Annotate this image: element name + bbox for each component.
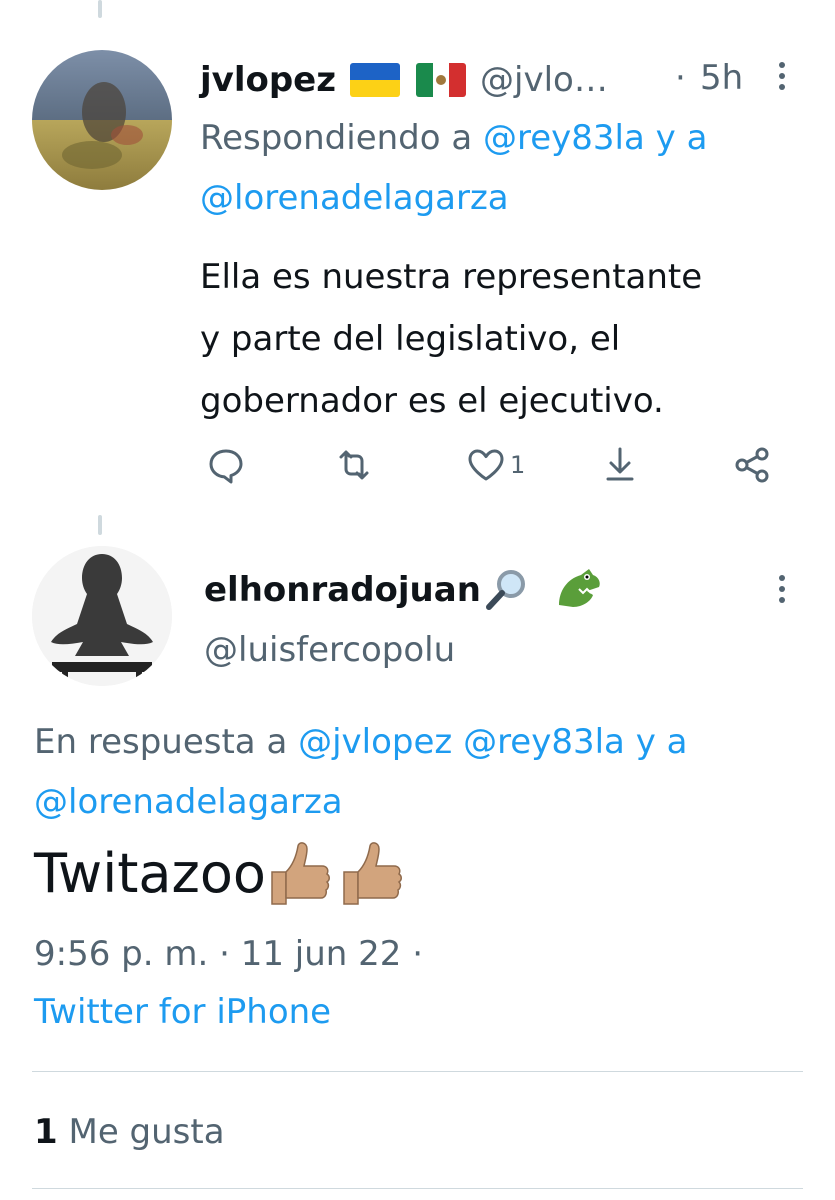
ukraine-flag-icon (350, 63, 401, 97)
mention-rey83la[interactable]: @rey83la (463, 722, 625, 762)
reply-icon (209, 449, 243, 484)
like-button[interactable]: 1 (464, 440, 525, 490)
share-download-icon (606, 447, 634, 481)
author-name[interactable]: elhonradojuan (204, 570, 481, 610)
mention-rey83la[interactable]: @rey83la (483, 118, 645, 158)
retweet-button[interactable] (332, 440, 376, 490)
download-share-button[interactable] (598, 440, 642, 490)
body-line: Ella es nuestra representante (200, 257, 703, 297)
crocodile-icon (551, 567, 603, 613)
tweet-date[interactable]: 11 jun 22 (241, 934, 402, 974)
tweet-time[interactable]: 9:56 p. m. (34, 934, 208, 974)
body-line: y parte del legislativo, el (200, 319, 621, 359)
replying-joiner: y a (635, 722, 688, 762)
replying-prefix: En respuesta a (34, 722, 288, 762)
mention-jvlopez[interactable]: @jvlopez (298, 722, 452, 762)
tweet-time[interactable]: 5h (700, 58, 743, 98)
thread-line-bottom (98, 515, 102, 535)
more-icon[interactable] (778, 62, 786, 95)
time-separator: · (219, 934, 230, 974)
replying-prefix: Respondiendo a (200, 118, 473, 158)
tweet-body: Ella es nuestra representante y parte de… (200, 246, 702, 432)
author-handle[interactable]: @luisfercopolu (204, 630, 455, 670)
share-icon (735, 447, 769, 483)
divider (32, 1188, 803, 1189)
reply-button[interactable] (204, 440, 248, 490)
date-separator: · (412, 934, 424, 974)
replying-joiner: y a (655, 118, 708, 158)
avatar-image (32, 50, 172, 190)
likes-count: 1 (34, 1112, 58, 1152)
thread-line-top (98, 0, 102, 18)
like-count: 1 (510, 451, 526, 479)
more-icon[interactable] (778, 575, 786, 608)
mention-lorenadelagarza[interactable]: @lorenadelagarza (200, 178, 509, 218)
body-line: gobernador es el ejecutivo. (200, 381, 664, 421)
author-name[interactable]: jvlopez (200, 60, 336, 100)
like-icon (468, 449, 504, 481)
magnifying-glass-icon (483, 567, 529, 613)
tweet-source-link[interactable]: Twitter for iPhone (34, 992, 331, 1032)
likes-label: Me gusta (68, 1112, 225, 1152)
tweet-body: Twitazoo (34, 841, 266, 905)
author-handle[interactable]: @jvlo… (480, 60, 608, 100)
thumbs-up-icon (266, 836, 406, 910)
avatar-image (32, 546, 172, 686)
avatar-elhonradojuan[interactable] (32, 546, 172, 686)
likes-stat[interactable]: 1 Me gusta (34, 1112, 225, 1152)
time-separator: · (675, 58, 686, 98)
divider (32, 1071, 803, 1072)
avatar-jvlopez[interactable] (32, 50, 172, 190)
mention-lorenadelagarza[interactable]: @lorenadelagarza (34, 782, 343, 822)
mexico-flag-icon (416, 63, 467, 97)
share-button[interactable] (730, 440, 774, 490)
retweet-icon (339, 450, 369, 480)
